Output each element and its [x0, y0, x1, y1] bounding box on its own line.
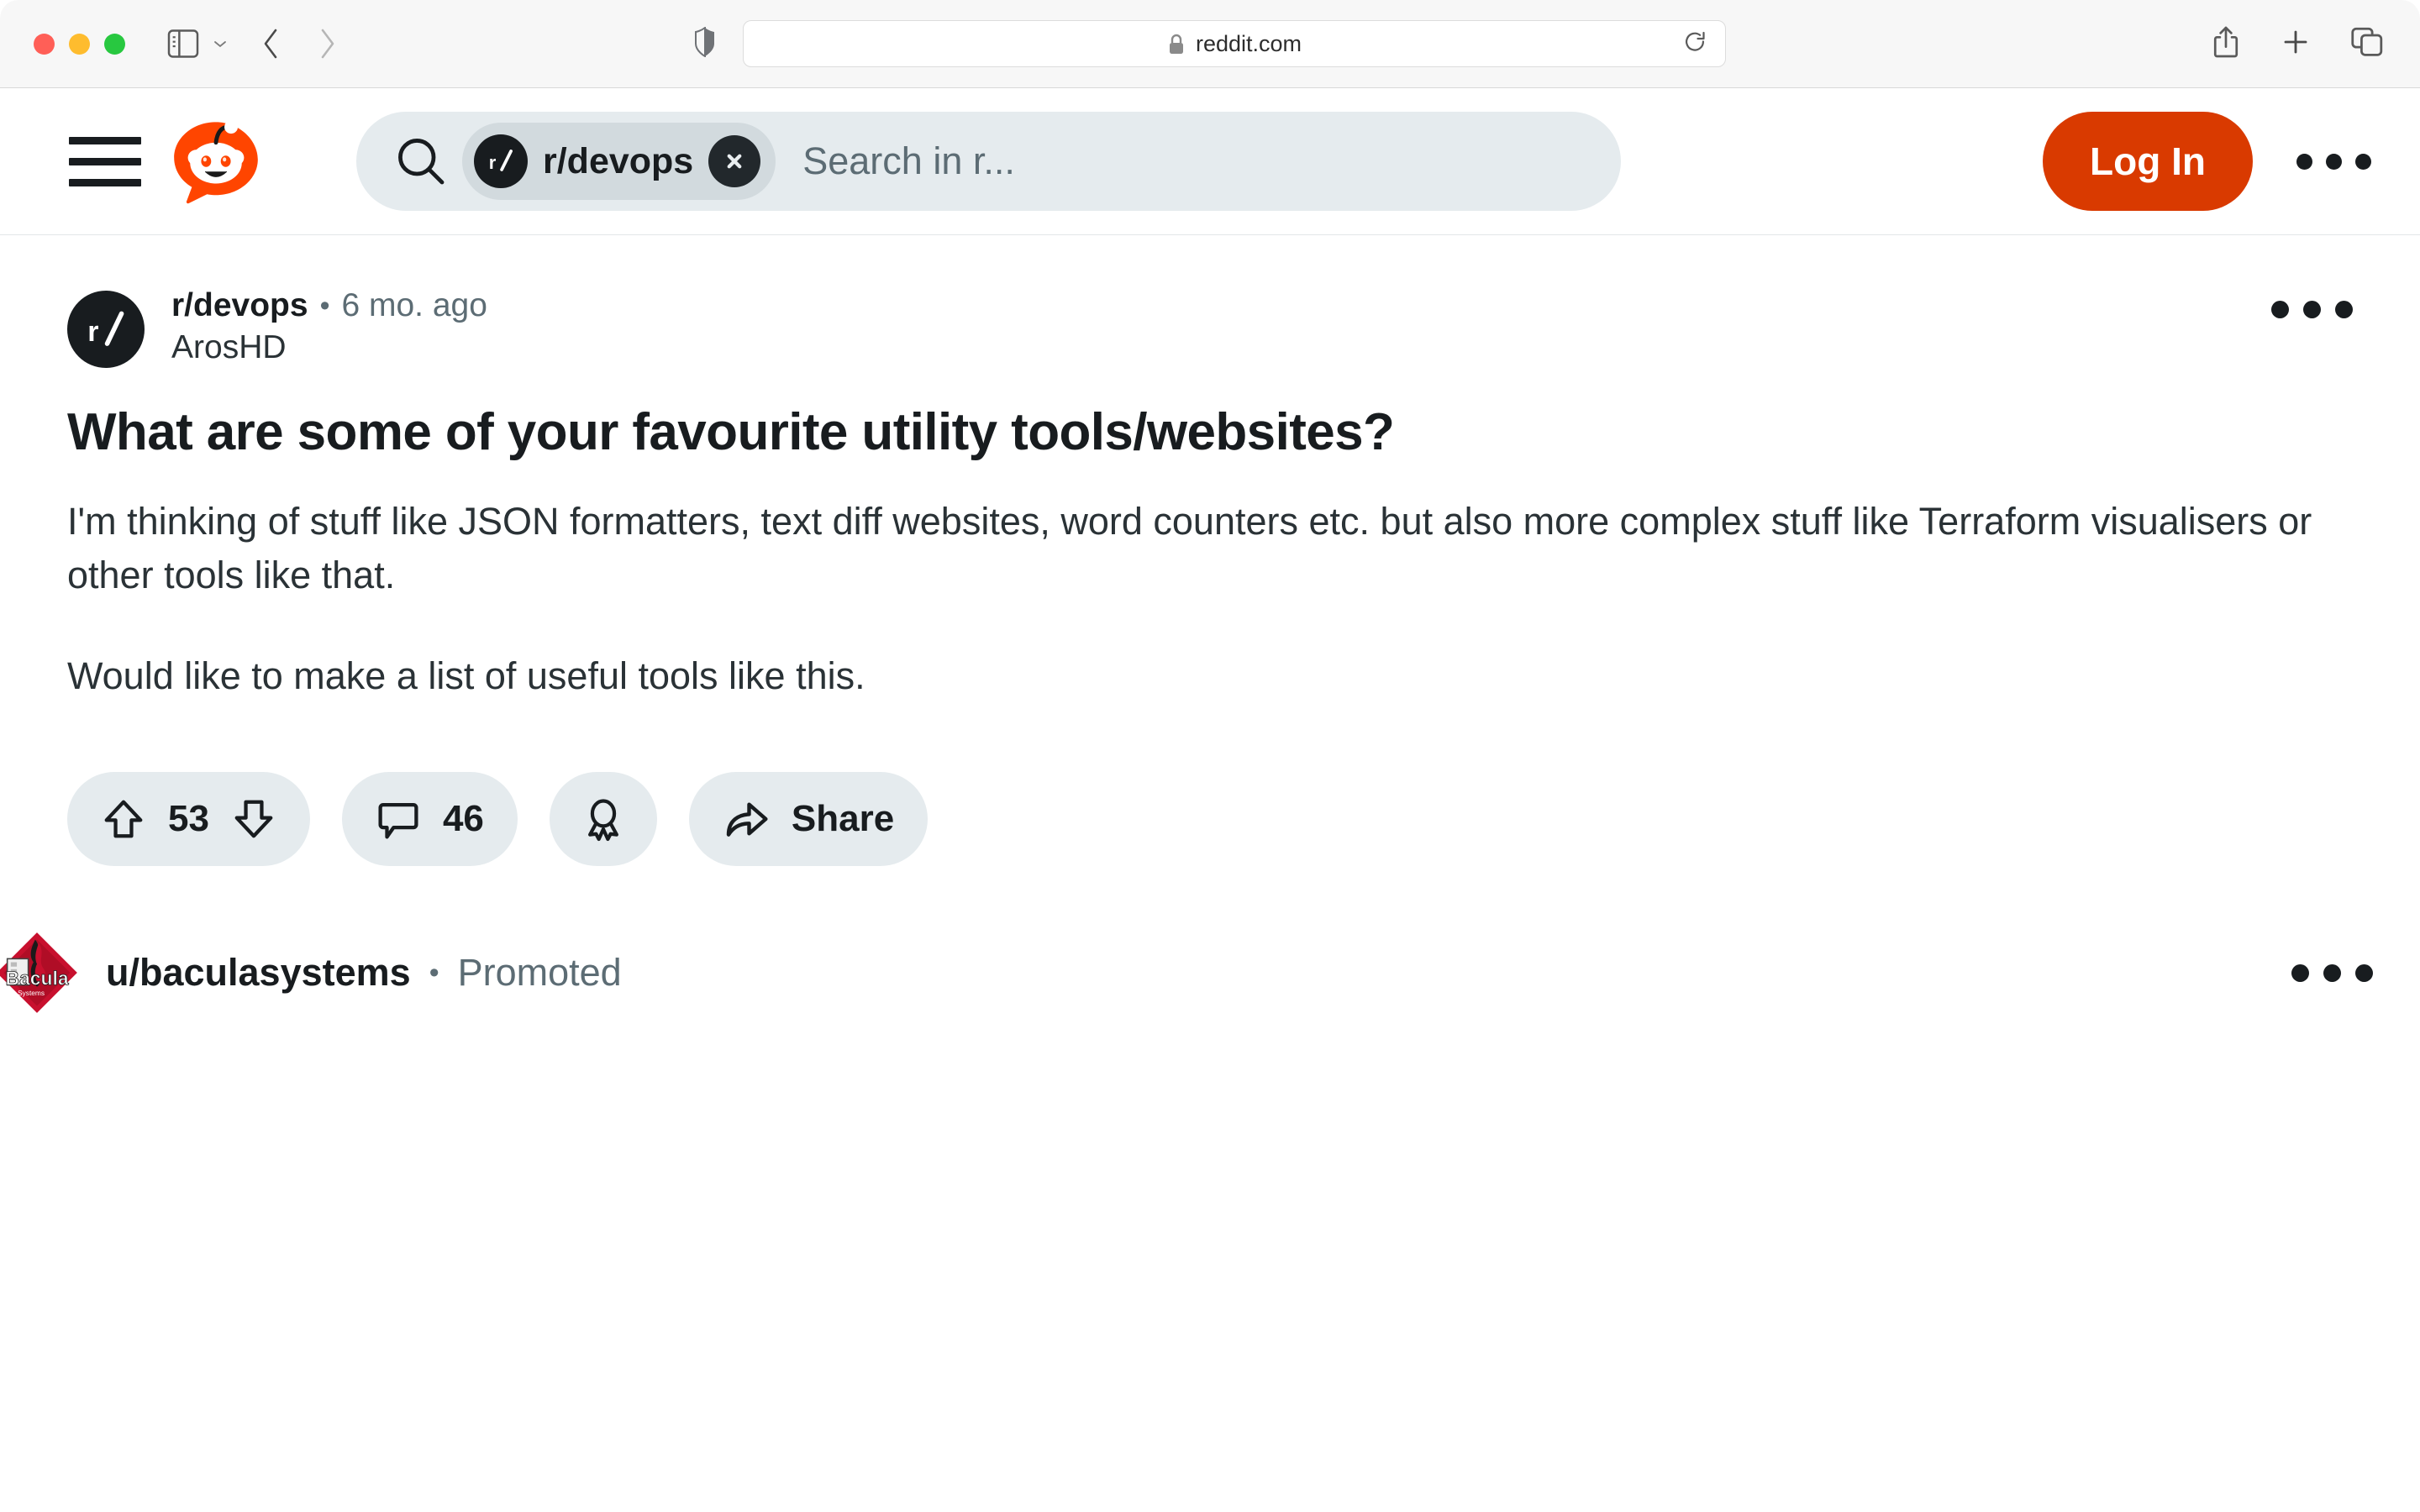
close-window-button[interactable] — [34, 33, 55, 55]
maximize-window-button[interactable] — [104, 33, 125, 55]
url-bar[interactable]: reddit.com — [743, 20, 1726, 67]
subreddit-link[interactable]: r/devops — [171, 287, 308, 324]
promoted-post-header: Bacula Systems u/baculasystems • Promote… — [0, 927, 2420, 1019]
sidebar-toggle-icon[interactable] — [164, 26, 203, 61]
plus-icon[interactable] — [2281, 27, 2311, 61]
comments-button[interactable]: 46 — [341, 772, 518, 867]
award-button[interactable] — [549, 772, 657, 867]
search-chip-label: r/devops — [543, 140, 694, 181]
search-icon — [385, 135, 457, 187]
back-chevron-icon[interactable] — [253, 24, 290, 64]
promoted-more-options-icon[interactable] — [2291, 963, 2373, 982]
share-icon[interactable] — [2212, 25, 2240, 63]
upvote-arrow-icon[interactable] — [101, 796, 146, 842]
url-text: reddit.com — [1195, 30, 1302, 56]
comment-bubble-icon — [376, 796, 421, 842]
url-display: reddit.com — [1167, 31, 1302, 57]
forward-chevron-icon[interactable] — [308, 24, 345, 64]
post-meta: r/devops • 6 mo. ago ArosHD — [171, 287, 487, 366]
share-label: Share — [791, 798, 895, 840]
browser-nav-arrows — [253, 24, 345, 64]
search-bar[interactable]: r r/devops Search in r... — [356, 112, 1621, 211]
share-button[interactable]: Share — [688, 772, 929, 867]
post-paragraph: Would like to make a list of useful tool… — [67, 654, 865, 698]
browser-right-tools — [2212, 25, 2383, 63]
lock-icon — [1169, 34, 1183, 54]
more-options-icon[interactable] — [2296, 153, 2371, 170]
hamburger-menu-icon[interactable] — [69, 136, 141, 186]
svg-text:Bacula: Bacula — [6, 968, 69, 990]
post-more-options-icon[interactable] — [2271, 301, 2353, 318]
downvote-arrow-icon[interactable] — [231, 796, 276, 842]
sidebar-dropdown-icon[interactable] — [206, 26, 234, 61]
svg-text:Systems: Systems — [18, 989, 45, 997]
reddit-header: r r/devops Search in r... Log In — [0, 88, 2420, 235]
promoted-username[interactable]: u/baculasystems — [106, 951, 411, 995]
post-container: r r/devops • 6 mo. ago ArosHD What are s… — [0, 235, 2420, 867]
subreddit-avatar-icon[interactable]: r — [67, 291, 145, 368]
post-body: I'm thinking of stuff like JSON formatte… — [67, 495, 2353, 703]
browser-chrome: reddit.com — [0, 0, 2420, 88]
share-arrow-icon — [723, 795, 770, 843]
meta-separator: • — [319, 289, 330, 322]
bacula-systems-logo[interactable]: Bacula Systems — [0, 929, 81, 1016]
promoted-label: Promoted — [457, 951, 622, 995]
vote-pill: 53 — [67, 772, 310, 867]
svg-text:r: r — [87, 316, 98, 348]
comment-count: 46 — [442, 798, 484, 840]
post-header: r r/devops • 6 mo. ago ArosHD — [67, 287, 2353, 368]
svg-text:r: r — [489, 152, 497, 173]
minimize-window-button[interactable] — [69, 33, 90, 55]
log-in-button[interactable]: Log In — [2043, 112, 2253, 211]
subreddit-avatar-icon: r — [474, 134, 528, 188]
close-icon[interactable] — [708, 135, 761, 187]
privacy-shield-icon[interactable] — [694, 25, 716, 61]
window-traffic-lights — [34, 33, 125, 55]
post-author-link[interactable]: ArosHD — [171, 329, 487, 366]
post-timestamp: 6 mo. ago — [341, 287, 487, 323]
award-rosette-icon — [580, 795, 627, 843]
post-actions: 53 46 Share — [67, 772, 2353, 867]
promoted-separator: • — [429, 956, 439, 989]
search-input[interactable]: Search in r... — [802, 139, 1015, 183]
post-paragraph: I'm thinking of stuff like JSON formatte… — [67, 500, 2312, 597]
search-subreddit-chip[interactable]: r r/devops — [462, 123, 776, 200]
vote-count: 53 — [168, 798, 209, 840]
url-region: reddit.com — [0, 20, 2420, 67]
post-title: What are some of your favourite utility … — [67, 403, 1395, 461]
tab-overview-icon[interactable] — [2351, 27, 2383, 61]
reload-icon[interactable] — [1683, 30, 1707, 58]
reddit-snoo-logo[interactable] — [171, 117, 260, 206]
browser-left-tools — [164, 26, 234, 61]
